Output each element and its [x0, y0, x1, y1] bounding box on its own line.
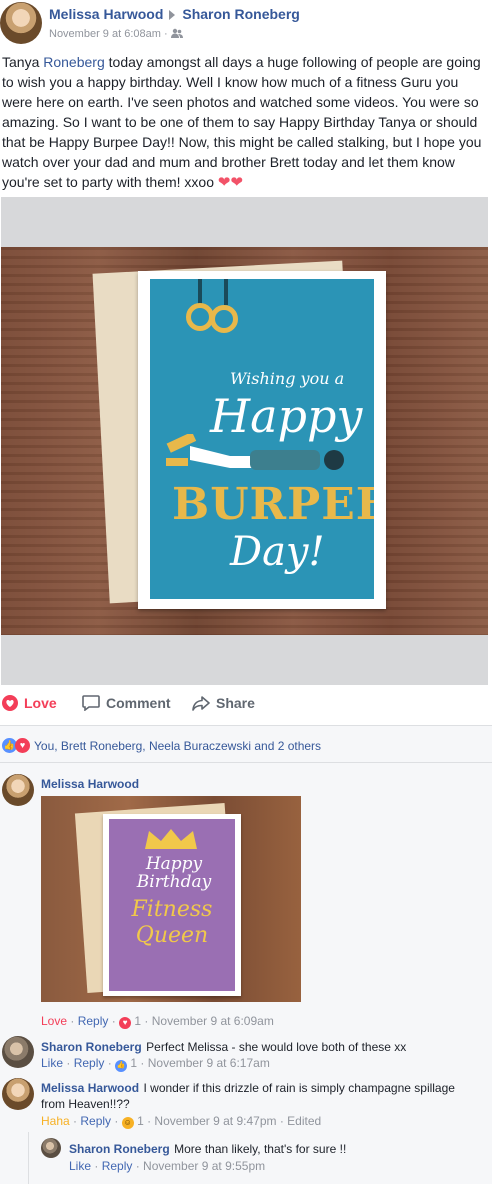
- comment-like-link[interactable]: Like: [41, 1056, 63, 1070]
- comment-meta: Like · Reply · 👍 1 · November 9 at 6:17a…: [41, 1056, 270, 1072]
- comment-like-link[interactable]: Like: [69, 1159, 91, 1173]
- author-name-link[interactable]: Melissa Harwood: [49, 6, 163, 22]
- comment-reply-link[interactable]: Reply: [78, 1014, 109, 1028]
- comment-time[interactable]: November 9 at 9:47pm: [154, 1114, 276, 1128]
- comment-button[interactable]: Comment: [82, 695, 171, 711]
- reactions-summary[interactable]: 👍 ♥ You, Brett Roneberg, Neela Buraczewsk…: [2, 738, 321, 753]
- card-burpee-text: BURPEE: [172, 479, 374, 530]
- love-reaction-icon: ♥: [119, 1017, 132, 1029]
- crown-icon: [145, 829, 197, 849]
- comment-reaction-count[interactable]: 1: [137, 1114, 144, 1128]
- comment-bubble-icon: [82, 695, 100, 711]
- comment-author-link[interactable]: Melissa Harwood: [41, 777, 139, 791]
- card-line-fitness: Fitness: [131, 897, 213, 922]
- post-names: Melissa Harwood Sharon Roneberg: [49, 6, 300, 22]
- burpee-figure-icon: [166, 434, 344, 470]
- gym-ring-icon: [210, 305, 238, 333]
- comment-body: Sharon Roneberg Perfect Melissa - she wo…: [41, 1038, 486, 1056]
- love-label: Love: [24, 695, 57, 711]
- commenter-avatar[interactable]: [2, 1078, 34, 1110]
- post-meta: November 9 at 6:08am ·: [49, 28, 183, 40]
- card-day-text: Day!: [230, 529, 325, 575]
- comment-reply-link[interactable]: Reply: [74, 1056, 105, 1070]
- post-header: Melissa Harwood Sharon Roneberg November …: [0, 0, 492, 50]
- rope-left: [198, 279, 202, 305]
- share-arrow-icon: [192, 696, 210, 711]
- card-face: Wishing you a Happy BURPEE Day!: [150, 279, 374, 599]
- card-line-queen: Queen: [135, 923, 209, 948]
- card-face: Happy Birthday Fitness Queen: [109, 819, 235, 991]
- card-line-happy: Happy: [145, 854, 203, 874]
- post-photo[interactable]: Wishing you a Happy BURPEE Day!: [1, 247, 488, 635]
- post-body: Tanya Roneberg today amongst all days a …: [2, 52, 488, 193]
- commenter-avatar[interactable]: [41, 1138, 61, 1158]
- friends-audience-icon[interactable]: [170, 28, 183, 40]
- commenter-avatar[interactable]: [2, 1036, 34, 1068]
- post-action-bar: Love Comment Share: [0, 690, 492, 720]
- recipient-name-link[interactable]: Sharon Roneberg: [182, 6, 299, 22]
- comment-meta: Love · Reply · ♥ 1 · November 9 at 6:09a…: [41, 1014, 274, 1029]
- post-timestamp[interactable]: November 9 at 6:08am: [49, 28, 161, 40]
- comment-time[interactable]: November 9 at 9:55pm: [143, 1159, 265, 1173]
- author-avatar[interactable]: [0, 2, 42, 44]
- card-graphic: Happy Birthday Fitness Queen: [103, 814, 241, 996]
- love-reaction-button[interactable]: Love: [2, 695, 57, 711]
- reply-body: Sharon Roneberg More than likely, that's…: [69, 1140, 469, 1158]
- haha-reaction-icon: ☺: [121, 1117, 134, 1129]
- card-line-birthday: Birthday: [136, 872, 212, 892]
- comment-meta: Like · Reply · November 9 at 9:55pm: [69, 1159, 266, 1173]
- card-queen-text: Fitness Queen: [113, 897, 231, 949]
- comment-author: Melissa Harwood: [41, 775, 139, 793]
- post-text-rest: today amongst all days a huge following …: [2, 54, 482, 190]
- arrow-right-icon: [169, 9, 176, 20]
- like-reaction-icon: 👍: [115, 1060, 128, 1072]
- comment-author-link[interactable]: Melissa Harwood: [41, 1081, 139, 1095]
- comment-time[interactable]: November 9 at 6:17am: [148, 1056, 270, 1070]
- heart-icon: [2, 695, 18, 711]
- comment-author-link[interactable]: Sharon Roneberg: [69, 1142, 170, 1156]
- card-wish-text: Wishing you a: [230, 369, 345, 388]
- comment-reply-link[interactable]: Reply: [80, 1114, 111, 1128]
- comment-reply-link[interactable]: Reply: [102, 1159, 133, 1173]
- share-button[interactable]: Share: [192, 695, 255, 711]
- comment-edited-label[interactable]: Edited: [287, 1114, 321, 1128]
- card-birthday-text: Happy Birthday: [119, 855, 229, 891]
- comment-reaction-count[interactable]: 1: [130, 1056, 137, 1070]
- comment-photo[interactable]: Happy Birthday Fitness Queen: [41, 796, 301, 1002]
- comment-reaction-count[interactable]: 1: [134, 1014, 141, 1028]
- heart-emoji-icon: ❤❤: [217, 174, 244, 191]
- rope-right: [224, 279, 228, 305]
- comment-author-link[interactable]: Sharon Roneberg: [41, 1040, 142, 1054]
- comment-body: Melissa Harwood I wonder if this drizzle…: [41, 1080, 461, 1112]
- meta-separator: ·: [163, 28, 168, 40]
- reply-thread-line: [28, 1132, 29, 1184]
- tagged-name-link[interactable]: Roneberg: [43, 54, 105, 70]
- share-label: Share: [216, 695, 255, 711]
- reactions-names[interactable]: You, Brett Roneberg, Neela Buraczewski a…: [34, 739, 321, 753]
- comment-love-link[interactable]: Love: [41, 1014, 67, 1028]
- reactions-divider: [0, 762, 492, 763]
- comment-time[interactable]: November 9 at 6:09am: [152, 1014, 274, 1028]
- comment-meta: Haha · Reply · ☺ 1 · November 9 at 9:47p…: [41, 1114, 322, 1129]
- card-graphic: Wishing you a Happy BURPEE Day!: [138, 271, 386, 609]
- commenter-avatar[interactable]: [2, 774, 34, 806]
- comment-text: More than likely, that's for sure !!: [174, 1142, 347, 1156]
- comment-haha-link[interactable]: Haha: [41, 1114, 70, 1128]
- comment-text: Perfect Melissa - she would love both of…: [146, 1040, 407, 1054]
- comment-label: Comment: [106, 695, 171, 711]
- post-text-start: Tanya: [2, 54, 44, 70]
- love-reaction-icon: ♥: [15, 738, 30, 753]
